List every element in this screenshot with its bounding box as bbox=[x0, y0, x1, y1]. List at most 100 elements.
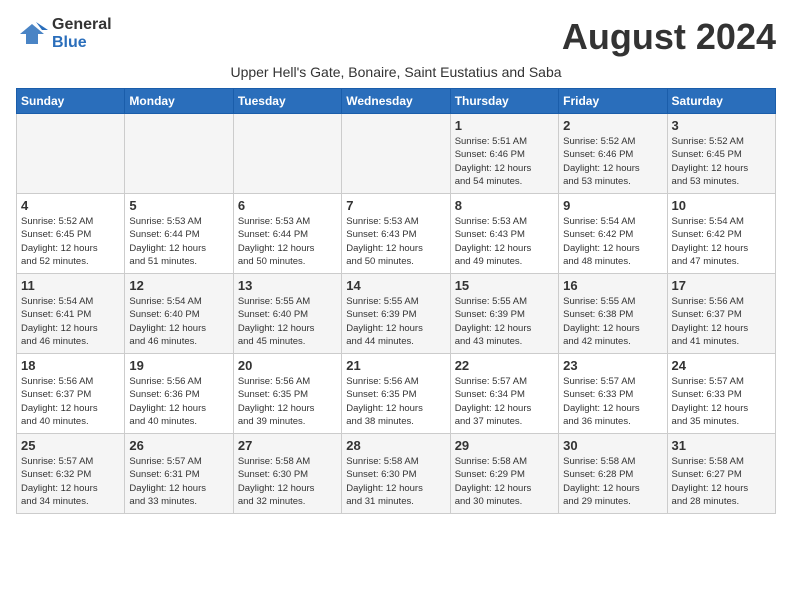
day-info: Sunrise: 5:55 AM Sunset: 6:39 PM Dayligh… bbox=[455, 295, 554, 348]
calendar-cell: 2 Sunrise: 5:52 AM Sunset: 6:46 PM Daylig… bbox=[559, 114, 667, 194]
day-number: 3 bbox=[672, 118, 771, 133]
calendar-cell: 15 Sunrise: 5:55 AM Sunset: 6:39 PM Dayli… bbox=[450, 274, 558, 354]
calendar-cell: 4Sunrise: 5:52 AM Sunset: 6:45 PM Daylig… bbox=[17, 194, 125, 274]
calendar-cell: 21 Sunrise: 5:56 AM Sunset: 6:35 PM Dayli… bbox=[342, 354, 450, 434]
day-info: Sunrise: 5:56 AM Sunset: 6:36 PM Dayligh… bbox=[129, 375, 228, 428]
day-info: Sunrise: 5:51 AM Sunset: 6:46 PM Dayligh… bbox=[455, 135, 554, 188]
day-number: 19 bbox=[129, 358, 228, 373]
calendar-cell: 30 Sunrise: 5:58 AM Sunset: 6:28 PM Dayli… bbox=[559, 434, 667, 514]
logo: General Blue bbox=[16, 16, 112, 51]
day-number: 14 bbox=[346, 278, 445, 293]
logo-text: General Blue bbox=[52, 16, 112, 51]
calendar-cell: 22 Sunrise: 5:57 AM Sunset: 6:34 PM Dayli… bbox=[450, 354, 558, 434]
day-number: 29 bbox=[455, 438, 554, 453]
calendar-cell bbox=[125, 114, 233, 194]
logo-icon bbox=[16, 20, 48, 48]
day-number: 11 bbox=[21, 278, 120, 293]
day-info: Sunrise: 5:54 AM Sunset: 6:41 PM Dayligh… bbox=[21, 295, 120, 348]
day-number: 30 bbox=[563, 438, 662, 453]
calendar-cell bbox=[17, 114, 125, 194]
calendar-cell: 25Sunrise: 5:57 AM Sunset: 6:32 PM Dayli… bbox=[17, 434, 125, 514]
day-number: 17 bbox=[672, 278, 771, 293]
calendar-cell: 9 Sunrise: 5:54 AM Sunset: 6:42 PM Daylig… bbox=[559, 194, 667, 274]
calendar-cell: 24Sunrise: 5:57 AM Sunset: 6:33 PM Dayli… bbox=[667, 354, 775, 434]
calendar-cell: 18 Sunrise: 5:56 AM Sunset: 6:37 PM Dayli… bbox=[17, 354, 125, 434]
calendar-cell: 28 Sunrise: 5:58 AM Sunset: 6:30 PM Dayli… bbox=[342, 434, 450, 514]
month-title: August 2024 bbox=[562, 16, 776, 58]
day-number: 18 bbox=[21, 358, 120, 373]
day-info: Sunrise: 5:57 AM Sunset: 6:31 PM Dayligh… bbox=[129, 455, 228, 508]
day-info: Sunrise: 5:55 AM Sunset: 6:38 PM Dayligh… bbox=[563, 295, 662, 348]
calendar-cell: 12 Sunrise: 5:54 AM Sunset: 6:40 PM Dayli… bbox=[125, 274, 233, 354]
day-info: Sunrise: 5:53 AM Sunset: 6:43 PM Dayligh… bbox=[346, 215, 445, 268]
day-info: Sunrise: 5:56 AM Sunset: 6:35 PM Dayligh… bbox=[238, 375, 337, 428]
calendar-cell: 20 Sunrise: 5:56 AM Sunset: 6:35 PM Dayli… bbox=[233, 354, 341, 434]
day-number: 21 bbox=[346, 358, 445, 373]
weekday-header: Friday bbox=[559, 89, 667, 114]
calendar-cell: 14 Sunrise: 5:55 AM Sunset: 6:39 PM Dayli… bbox=[342, 274, 450, 354]
day-info: Sunrise: 5:54 AM Sunset: 6:42 PM Dayligh… bbox=[672, 215, 771, 268]
day-number: 9 bbox=[563, 198, 662, 213]
day-info: Sunrise: 5:56 AM Sunset: 6:37 PM Dayligh… bbox=[21, 375, 120, 428]
calendar-cell: 1 Sunrise: 5:51 AM Sunset: 6:46 PM Daylig… bbox=[450, 114, 558, 194]
calendar-cell: 16Sunrise: 5:55 AM Sunset: 6:38 PM Dayli… bbox=[559, 274, 667, 354]
calendar-cell bbox=[342, 114, 450, 194]
day-info: Sunrise: 5:56 AM Sunset: 6:35 PM Dayligh… bbox=[346, 375, 445, 428]
weekday-header: Monday bbox=[125, 89, 233, 114]
day-info: Sunrise: 5:58 AM Sunset: 6:30 PM Dayligh… bbox=[238, 455, 337, 508]
calendar-cell: 19 Sunrise: 5:56 AM Sunset: 6:36 PM Dayli… bbox=[125, 354, 233, 434]
day-info: Sunrise: 5:57 AM Sunset: 6:34 PM Dayligh… bbox=[455, 375, 554, 428]
calendar-cell bbox=[233, 114, 341, 194]
day-number: 26 bbox=[129, 438, 228, 453]
day-number: 23 bbox=[563, 358, 662, 373]
day-info: Sunrise: 5:54 AM Sunset: 6:42 PM Dayligh… bbox=[563, 215, 662, 268]
day-number: 24 bbox=[672, 358, 771, 373]
calendar-cell: 13Sunrise: 5:55 AM Sunset: 6:40 PM Dayli… bbox=[233, 274, 341, 354]
day-number: 25 bbox=[21, 438, 120, 453]
weekday-header: Saturday bbox=[667, 89, 775, 114]
day-info: Sunrise: 5:58 AM Sunset: 6:28 PM Dayligh… bbox=[563, 455, 662, 508]
day-number: 28 bbox=[346, 438, 445, 453]
calendar-cell: 10 Sunrise: 5:54 AM Sunset: 6:42 PM Dayli… bbox=[667, 194, 775, 274]
calendar-cell: 27 Sunrise: 5:58 AM Sunset: 6:30 PM Dayli… bbox=[233, 434, 341, 514]
calendar-cell: 29 Sunrise: 5:58 AM Sunset: 6:29 PM Dayli… bbox=[450, 434, 558, 514]
calendar-cell: 3Sunrise: 5:52 AM Sunset: 6:45 PM Daylig… bbox=[667, 114, 775, 194]
day-number: 1 bbox=[455, 118, 554, 133]
day-info: Sunrise: 5:53 AM Sunset: 6:44 PM Dayligh… bbox=[129, 215, 228, 268]
day-number: 10 bbox=[672, 198, 771, 213]
day-number: 20 bbox=[238, 358, 337, 373]
day-number: 6 bbox=[238, 198, 337, 213]
day-number: 22 bbox=[455, 358, 554, 373]
calendar-cell: 8Sunrise: 5:53 AM Sunset: 6:43 PM Daylig… bbox=[450, 194, 558, 274]
day-info: Sunrise: 5:58 AM Sunset: 6:27 PM Dayligh… bbox=[672, 455, 771, 508]
day-info: Sunrise: 5:58 AM Sunset: 6:29 PM Dayligh… bbox=[455, 455, 554, 508]
day-number: 27 bbox=[238, 438, 337, 453]
subtitle: Upper Hell's Gate, Bonaire, Saint Eustat… bbox=[16, 64, 776, 80]
calendar-table: SundayMondayTuesdayWednesdayThursdayFrid… bbox=[16, 88, 776, 514]
calendar-cell: 6Sunrise: 5:53 AM Sunset: 6:44 PM Daylig… bbox=[233, 194, 341, 274]
calendar-cell: 5 Sunrise: 5:53 AM Sunset: 6:44 PM Daylig… bbox=[125, 194, 233, 274]
weekday-header: Wednesday bbox=[342, 89, 450, 114]
calendar-cell: 26 Sunrise: 5:57 AM Sunset: 6:31 PM Dayli… bbox=[125, 434, 233, 514]
day-info: Sunrise: 5:56 AM Sunset: 6:37 PM Dayligh… bbox=[672, 295, 771, 348]
day-info: Sunrise: 5:52 AM Sunset: 6:46 PM Dayligh… bbox=[563, 135, 662, 188]
calendar-cell: 11 Sunrise: 5:54 AM Sunset: 6:41 PM Dayli… bbox=[17, 274, 125, 354]
calendar-cell: 7 Sunrise: 5:53 AM Sunset: 6:43 PM Daylig… bbox=[342, 194, 450, 274]
day-number: 12 bbox=[129, 278, 228, 293]
day-number: 15 bbox=[455, 278, 554, 293]
weekday-header: Sunday bbox=[17, 89, 125, 114]
day-info: Sunrise: 5:54 AM Sunset: 6:40 PM Dayligh… bbox=[129, 295, 228, 348]
calendar-cell: 31Sunrise: 5:58 AM Sunset: 6:27 PM Dayli… bbox=[667, 434, 775, 514]
day-number: 5 bbox=[129, 198, 228, 213]
weekday-header: Tuesday bbox=[233, 89, 341, 114]
day-info: Sunrise: 5:55 AM Sunset: 6:39 PM Dayligh… bbox=[346, 295, 445, 348]
day-number: 4 bbox=[21, 198, 120, 213]
day-info: Sunrise: 5:57 AM Sunset: 6:33 PM Dayligh… bbox=[563, 375, 662, 428]
day-number: 7 bbox=[346, 198, 445, 213]
page-header: General Blue August 2024 bbox=[16, 16, 776, 58]
calendar-cell: 17 Sunrise: 5:56 AM Sunset: 6:37 PM Dayli… bbox=[667, 274, 775, 354]
weekday-header: Thursday bbox=[450, 89, 558, 114]
day-number: 2 bbox=[563, 118, 662, 133]
day-info: Sunrise: 5:58 AM Sunset: 6:30 PM Dayligh… bbox=[346, 455, 445, 508]
day-info: Sunrise: 5:53 AM Sunset: 6:43 PM Dayligh… bbox=[455, 215, 554, 268]
